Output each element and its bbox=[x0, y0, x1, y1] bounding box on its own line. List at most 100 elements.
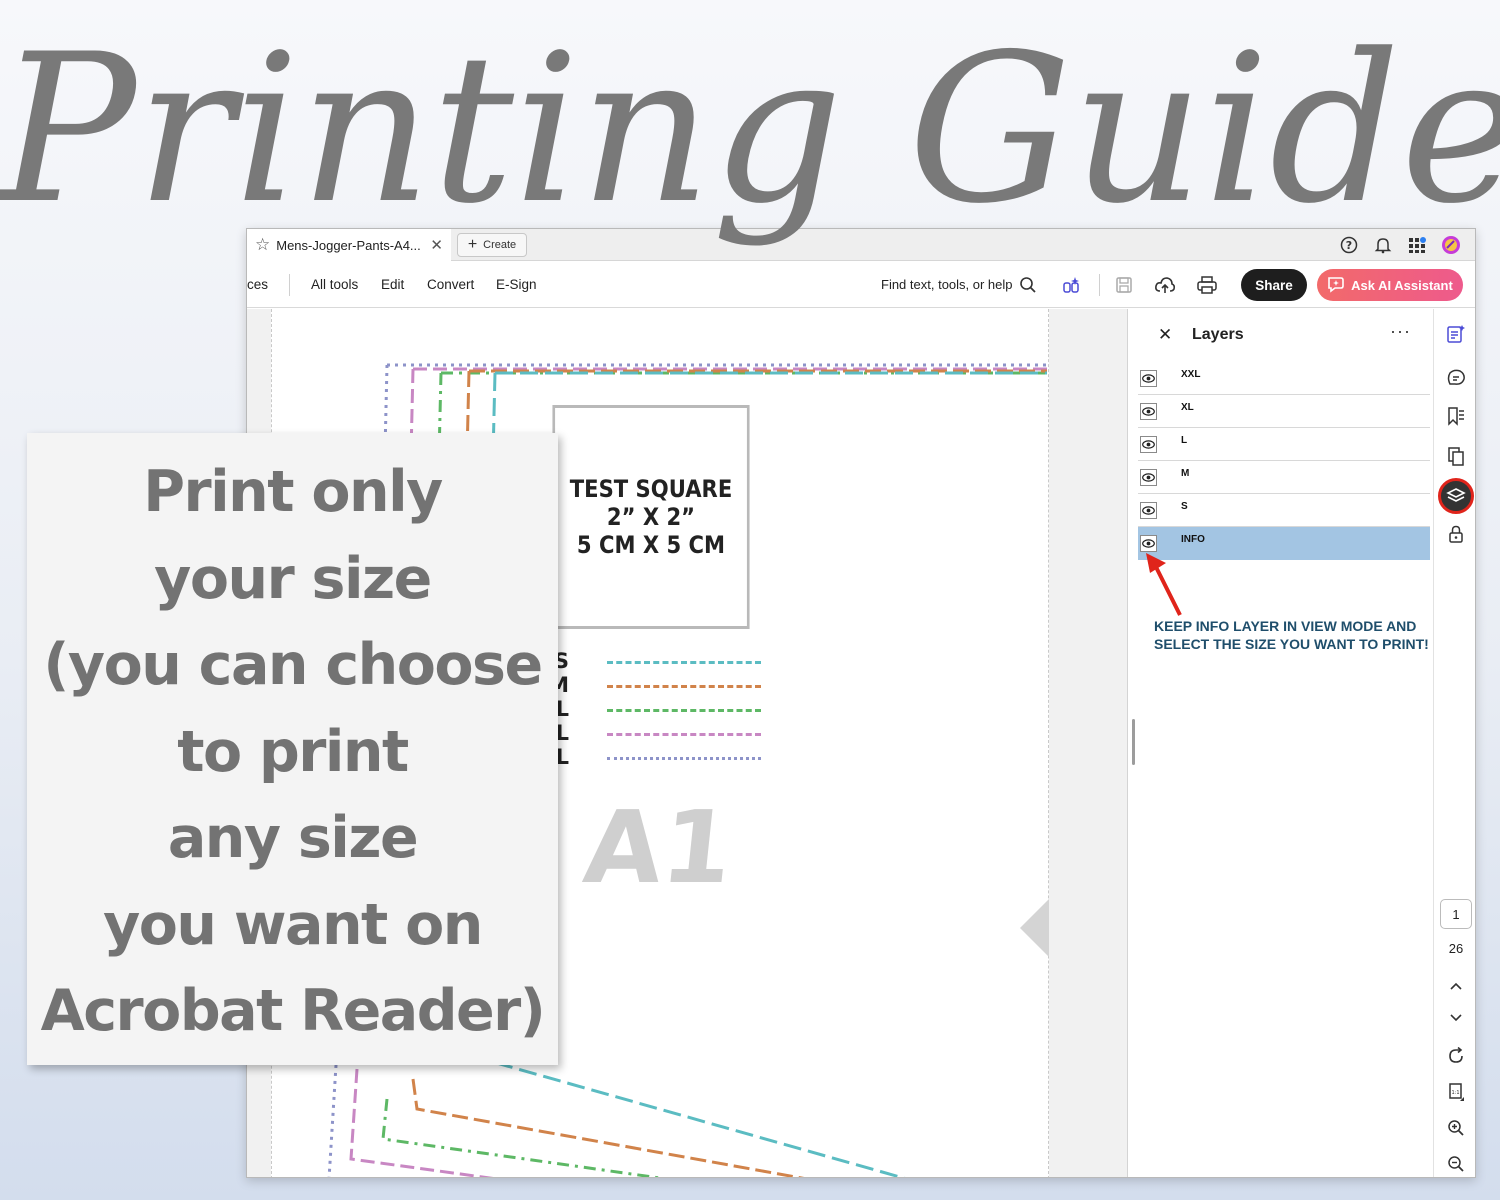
card-line-3: (you can choose bbox=[43, 632, 543, 699]
menu-separator bbox=[289, 274, 290, 296]
layer-row-xl[interactable]: XL bbox=[1138, 395, 1430, 428]
current-page-input[interactable]: 1 bbox=[1440, 899, 1472, 929]
pattern-lower-m bbox=[411, 1078, 805, 1177]
ai-assistant-icon bbox=[1327, 275, 1345, 296]
layer-name: M bbox=[1181, 468, 1190, 479]
toolbar: ces All tools Edit Convert E-Sign Find t… bbox=[247, 262, 1475, 308]
red-arrow-icon bbox=[1146, 553, 1182, 616]
page-thumbnails-icon[interactable] bbox=[1445, 445, 1467, 467]
test-square-title: TEST SQUARE bbox=[569, 475, 733, 503]
print-icon[interactable] bbox=[1196, 274, 1218, 296]
layer-row-m[interactable]: M bbox=[1138, 461, 1430, 494]
chevron-up-icon[interactable] bbox=[1445, 975, 1467, 997]
legend-line-xl bbox=[607, 733, 761, 736]
pattern-lower-l bbox=[381, 1098, 664, 1177]
ai-tools-icon[interactable] bbox=[1061, 274, 1083, 296]
eye-icon[interactable] bbox=[1140, 436, 1157, 453]
tab-bar-icons: ? bbox=[1339, 235, 1461, 255]
chevron-down-icon[interactable] bbox=[1445, 1007, 1467, 1029]
legend-line-s bbox=[607, 661, 761, 664]
menu-item-truncated[interactable]: ces bbox=[247, 277, 268, 292]
ai-summary-icon[interactable] bbox=[1445, 323, 1467, 345]
legend-line-l bbox=[607, 709, 761, 712]
zoom-in-icon[interactable] bbox=[1445, 1117, 1467, 1139]
card-line-5: any size bbox=[167, 805, 419, 872]
toolbar-separator bbox=[1099, 274, 1100, 296]
find-input[interactable]: Find text, tools, or help bbox=[881, 277, 1013, 292]
menu-e-sign[interactable]: E-Sign bbox=[496, 277, 537, 292]
layer-name: S bbox=[1181, 501, 1188, 512]
panel-resize-handle[interactable] bbox=[1132, 719, 1135, 765]
card-line-2: your size bbox=[154, 545, 432, 612]
bookmark-icon[interactable] bbox=[1445, 405, 1467, 427]
eye-icon[interactable] bbox=[1140, 469, 1157, 486]
tab-bar: ☆ Mens-Jogger-Pants-A4... ✕ + Create ? bbox=[247, 229, 1475, 261]
legend-line-m bbox=[607, 685, 761, 688]
layer-name: INFO bbox=[1181, 534, 1205, 545]
star-icon[interactable]: ☆ bbox=[255, 235, 270, 255]
menu-all-tools[interactable]: All tools bbox=[311, 277, 358, 292]
layer-name: XL bbox=[1181, 402, 1194, 413]
right-tool-rail: 1 26 1:1 bbox=[1433, 309, 1475, 1177]
menu-convert[interactable]: Convert bbox=[427, 277, 474, 292]
more-options-icon[interactable]: ··· bbox=[1390, 321, 1411, 342]
plus-icon: + bbox=[467, 236, 478, 253]
pattern-lower-s bbox=[446, 1047, 906, 1177]
layer-name: L bbox=[1181, 435, 1188, 446]
card-line-6: you want on bbox=[103, 891, 483, 958]
card-line-1: Print only bbox=[143, 459, 443, 526]
close-tab-icon[interactable]: ✕ bbox=[430, 236, 443, 254]
create-label: Create bbox=[483, 239, 517, 251]
document-tab-title: Mens-Jogger-Pants-A4... bbox=[276, 237, 421, 253]
svg-text:Printing Guide: Printing Guide bbox=[0, 11, 1500, 249]
instruction-card: Print only your size (you can choose to … bbox=[27, 433, 558, 1065]
legend-row-m: M bbox=[543, 673, 763, 697]
eye-icon[interactable] bbox=[1140, 403, 1157, 420]
test-square-inches: 2” X 2” bbox=[606, 503, 696, 531]
test-square: TEST SQUARE 2” X 2” 5 CM X 5 CM bbox=[552, 405, 750, 629]
eye-icon[interactable] bbox=[1140, 502, 1157, 519]
layer-row-l[interactable]: L bbox=[1138, 428, 1430, 461]
page-size-watermark: A1 bbox=[578, 789, 739, 906]
close-panel-icon[interactable]: ✕ bbox=[1158, 325, 1172, 345]
notification-bell-icon[interactable] bbox=[1373, 235, 1393, 255]
eye-icon[interactable] bbox=[1140, 370, 1157, 387]
zoom-out-icon[interactable] bbox=[1445, 1153, 1467, 1175]
info-layer-instruction: KEEP INFO LAYER IN VIEW MODE AND SELECT … bbox=[1154, 618, 1429, 652]
total-pages: 26 bbox=[1448, 941, 1464, 956]
legend-line-xxl bbox=[607, 757, 761, 760]
create-button[interactable]: + Create bbox=[457, 233, 527, 257]
legend-row-xl: XL bbox=[539, 721, 763, 745]
svg-text:?: ? bbox=[1346, 239, 1352, 252]
legend-row-s: S bbox=[543, 649, 763, 673]
ask-ai-assistant-label: Ask AI Assistant bbox=[1351, 277, 1453, 293]
save-icon[interactable] bbox=[1113, 274, 1135, 296]
lock-icon[interactable] bbox=[1445, 523, 1467, 545]
pattern-lower-xxl bbox=[327, 1048, 339, 1177]
avatar[interactable] bbox=[1441, 235, 1461, 255]
apps-grid-icon[interactable] bbox=[1407, 235, 1427, 255]
layer-row-xxl[interactable]: XXL bbox=[1138, 362, 1430, 395]
card-line-7: Acrobat Reader) bbox=[40, 978, 546, 1045]
svg-text:1:1: 1:1 bbox=[1451, 1090, 1459, 1096]
legend-row-xxl: XXL bbox=[523, 745, 763, 769]
layers-panel: ✕ Layers ··· XXL XL L M S INFO KEEP INFO… bbox=[1127, 309, 1433, 1177]
help-icon[interactable]: ? bbox=[1339, 235, 1359, 255]
legend-row-l: L bbox=[543, 697, 763, 721]
fit-page-icon[interactable]: 1:1 bbox=[1445, 1081, 1467, 1103]
menu-edit[interactable]: Edit bbox=[381, 277, 404, 292]
cloud-upload-icon[interactable] bbox=[1154, 274, 1176, 296]
document-tab[interactable]: ☆ Mens-Jogger-Pants-A4... ✕ bbox=[247, 229, 451, 261]
collapse-panel-arrow[interactable] bbox=[1020, 899, 1049, 957]
layers-icon[interactable] bbox=[1438, 478, 1474, 514]
test-square-cm: 5 CM X 5 CM bbox=[576, 531, 726, 559]
share-button[interactable]: Share bbox=[1241, 269, 1307, 301]
rotate-icon[interactable] bbox=[1445, 1045, 1467, 1067]
layer-row-s[interactable]: S bbox=[1138, 494, 1430, 527]
pattern-lower-xl bbox=[349, 1068, 494, 1177]
search-icon[interactable] bbox=[1017, 274, 1039, 296]
layer-name: XXL bbox=[1181, 369, 1201, 380]
card-line-4: to print bbox=[177, 718, 409, 785]
ask-ai-assistant-button[interactable]: Ask AI Assistant bbox=[1317, 269, 1463, 301]
comment-icon[interactable] bbox=[1445, 367, 1467, 389]
